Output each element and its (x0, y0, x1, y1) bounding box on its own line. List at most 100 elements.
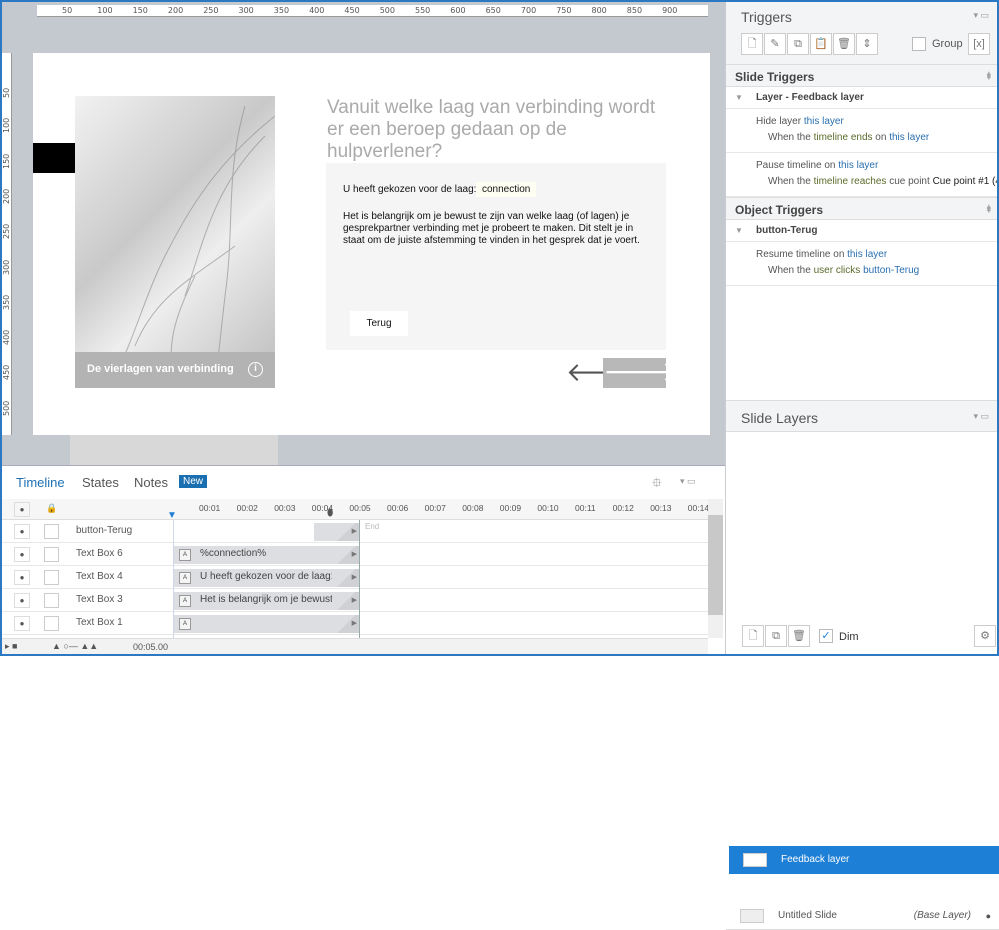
timeline-row[interactable]: ● Text Box 1 A ▶ (0, 612, 708, 635)
group-label: Group (932, 38, 963, 50)
ruler-tick: 550 (415, 6, 431, 15)
move-up-down-icon[interactable]: ⇕ (856, 33, 878, 55)
timeline-row[interactable]: ● Text Box 6 A %connection% ▶ (0, 543, 708, 566)
lock-checkbox[interactable] (44, 547, 59, 562)
tab-states[interactable]: States (82, 475, 119, 490)
timeline-bar[interactable]: A ▶ (174, 615, 360, 633)
collapse-icon[interactable]: ⯒ (987, 69, 991, 86)
trigger-resume-timeline[interactable]: Resume timeline on this layer When the u… (726, 242, 999, 286)
delete-icon[interactable]: 🗑 (833, 33, 855, 55)
timeline-row[interactable]: ● Text Box 3 A Het is belangrijk om je bewu… (0, 589, 708, 612)
lock-checkbox[interactable] (44, 593, 59, 608)
object-triggers-header: Object Triggers ⯒ (726, 197, 999, 220)
duplicate-layer-icon[interactable]: ⧉ (765, 625, 787, 647)
time-marker: 00:12 (612, 503, 634, 513)
layer-feedback[interactable]: Feedback layer (729, 846, 999, 874)
feedback-body[interactable]: Het is belangrijk om je bewust te zijn v… (343, 211, 648, 247)
image-caption: De vierlagen van verbinding i (75, 352, 275, 388)
edit-trigger-icon[interactable]: ✎ (764, 33, 786, 55)
ruler-tick: 50 (62, 6, 73, 15)
eye-all-icon[interactable]: ● (14, 502, 30, 517)
text-icon: A (179, 572, 191, 584)
ruler-tick: 300 (2, 259, 11, 275)
arrow-icon[interactable]: ▶ (332, 592, 360, 610)
lock-checkbox[interactable] (44, 616, 59, 631)
object-name: Text Box 1 (76, 617, 123, 628)
arrow-icon[interactable]: ▶ (332, 523, 360, 541)
connection-variable[interactable]: connection (476, 182, 537, 197)
ruler-tick: 600 (450, 6, 466, 15)
time-marker: 00:05 (349, 503, 371, 513)
ruler-tick: 450 (2, 365, 11, 381)
eye-icon[interactable]: ● (14, 593, 30, 608)
chosen-label[interactable]: U heeft gekozen voor de laag: (343, 184, 476, 195)
timeline-row[interactable]: ● button-Terug ▶ (0, 520, 708, 543)
hands-sketch-image[interactable] (75, 96, 275, 388)
ruler-tick: 850 (626, 6, 643, 15)
eye-icon[interactable]: ● (14, 616, 30, 631)
chevron-down-icon[interactable]: ▼ (735, 87, 743, 109)
object-name: Text Box 6 (76, 548, 123, 559)
timeline-bar[interactable]: AU heeft gekozen voor de laag: ▶ (174, 569, 360, 587)
text-icon: A (179, 618, 191, 630)
tab-notes[interactable]: Notes (134, 475, 168, 490)
timeline-panel: Timeline States Notes New ⯐ ▾ ▭ ● 🔒 ▼ ⬮ … (0, 465, 725, 656)
ruler-tick: 200 (167, 6, 184, 15)
trigger-group[interactable]: ▼ button-Terug (726, 220, 999, 242)
arrow-icon[interactable]: ▶ (332, 546, 360, 564)
copy-icon[interactable]: ⧉ (787, 33, 809, 55)
arrow-icon[interactable]: ▶ (332, 615, 360, 633)
ruler-tick: 300 (238, 6, 254, 15)
ruler-tick: 750 (556, 6, 572, 15)
panel-menu-icon[interactable]: ▾ ▭ (973, 10, 989, 21)
eye-icon[interactable]: ● (986, 902, 991, 930)
timeline-bar[interactable]: A Het is belangrijk om je bewust... ▶ (174, 592, 360, 610)
zoom-slider[interactable]: ▲ ○— ▲▲ (52, 641, 98, 651)
panel-menu-icon[interactable]: ▾ ▭ (680, 476, 696, 487)
layer-base[interactable]: Untitled Slide (Base Layer) ● (726, 902, 999, 930)
ruler-tick: 650 (485, 6, 501, 15)
panel-menu-icon[interactable]: ▾ ▭ (973, 411, 989, 422)
ruler-tick: 250 (2, 223, 11, 240)
collapse-icon[interactable]: ⯒ (987, 202, 991, 219)
next-button[interactable]: 🡒 (603, 358, 678, 388)
ruler-tick: 50 (2, 87, 11, 98)
eye-icon[interactable]: ● (14, 524, 30, 539)
chevron-down-icon[interactable]: ▼ (735, 220, 743, 242)
ruler-tick: 350 (273, 6, 290, 15)
group-checkbox[interactable] (912, 37, 926, 51)
timeline-row[interactable]: ● Text Box 4 AU heeft gekozen voor de laag… (0, 566, 708, 589)
text-icon: A (179, 549, 191, 561)
black-rectangle[interactable] (33, 143, 75, 173)
variables-icon[interactable]: [x] (968, 33, 990, 55)
paste-icon[interactable]: 📋 (810, 33, 832, 55)
gear-icon[interactable]: ⚙ (974, 625, 996, 647)
lock-checkbox[interactable] (44, 570, 59, 585)
eye-icon[interactable]: ● (14, 570, 30, 585)
timeline-bar[interactable]: A %connection% ▶ (174, 546, 360, 564)
ruler-tick: 150 (132, 6, 148, 15)
align-icon[interactable]: ⯐ (652, 474, 662, 496)
play-icon[interactable]: ▸ ■ (5, 641, 17, 652)
time-marker: 00:14 (687, 503, 710, 513)
arrow-icon[interactable]: ▶ (332, 569, 360, 587)
eye-icon[interactable]: ● (14, 547, 30, 562)
new-trigger-icon[interactable]: 🗋 (741, 33, 763, 55)
lock-checkbox[interactable] (44, 524, 59, 539)
trigger-pause-timeline[interactable]: Pause timeline on this layer When the ti… (726, 153, 999, 197)
new-layer-icon[interactable]: 🗋 (742, 625, 764, 647)
end-label: End (365, 522, 380, 531)
duration: 00:05.00 (133, 642, 169, 652)
prev-arrow-icon[interactable]: 🡐 (566, 358, 636, 388)
tab-timeline[interactable]: Timeline (16, 475, 65, 490)
dim-checkbox[interactable]: ✓ (819, 629, 833, 643)
slide-layers-header: Slide Layers ▾ ▭ (726, 400, 999, 432)
terug-button[interactable]: Terug (350, 311, 408, 336)
lock-all-icon[interactable]: 🔒 (46, 503, 57, 514)
delete-layer-icon[interactable]: 🗑 (788, 625, 810, 647)
timeline-bar[interactable]: ▶ (314, 523, 360, 541)
trigger-group[interactable]: ▼ Layer - Feedback layer (726, 87, 999, 109)
trigger-hide-layer[interactable]: Hide layer this layer When the timeline … (726, 109, 999, 153)
vertical-scrollbar[interactable] (708, 499, 723, 638)
info-icon[interactable]: i (248, 362, 263, 377)
